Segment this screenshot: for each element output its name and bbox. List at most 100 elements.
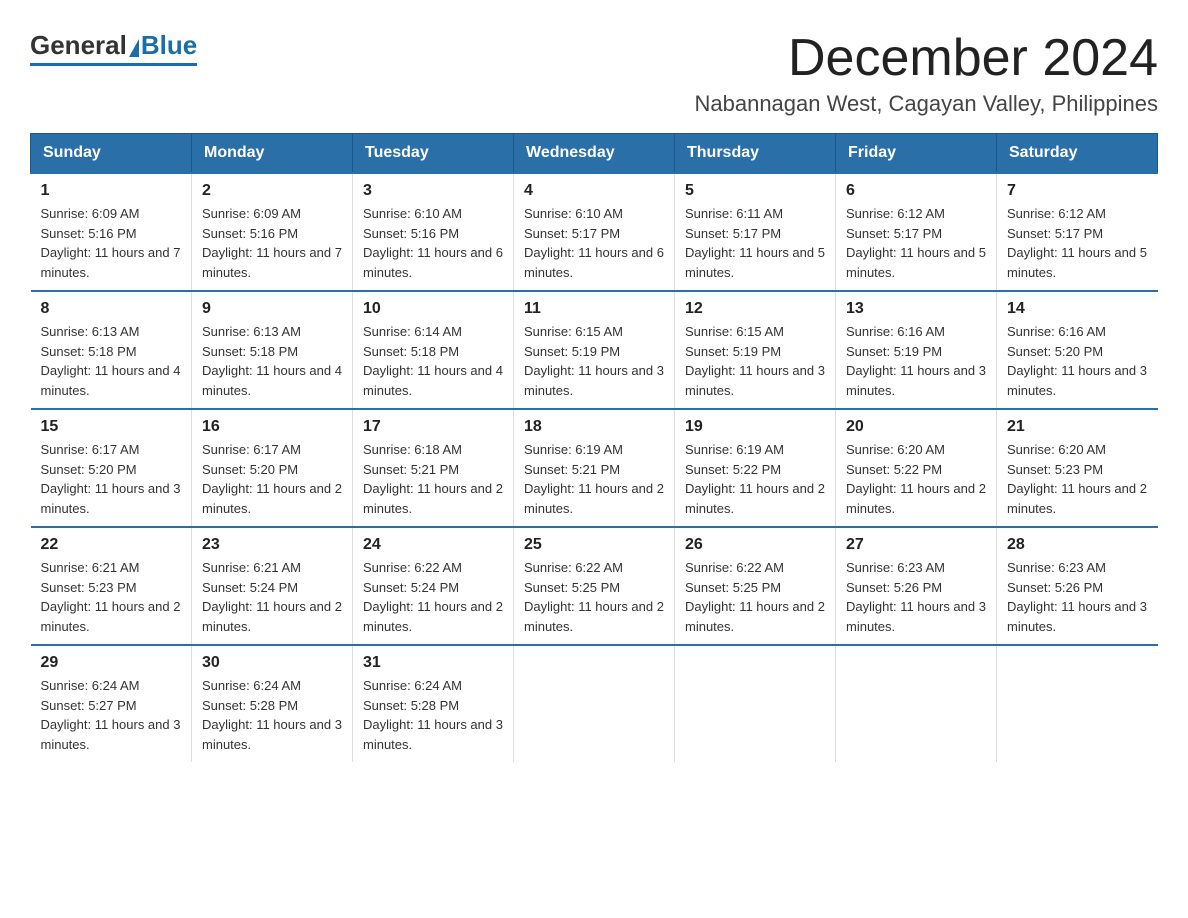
calendar-cell: 6 Sunrise: 6:12 AMSunset: 5:17 PMDayligh…	[836, 173, 997, 291]
day-number: 24	[363, 536, 503, 554]
day-info: Sunrise: 6:13 AMSunset: 5:18 PMDaylight:…	[202, 322, 342, 400]
calendar-cell: 7 Sunrise: 6:12 AMSunset: 5:17 PMDayligh…	[997, 173, 1158, 291]
day-info: Sunrise: 6:14 AMSunset: 5:18 PMDaylight:…	[363, 322, 503, 400]
calendar-header-saturday: Saturday	[997, 134, 1158, 174]
calendar-cell	[514, 645, 675, 762]
calendar-cell: 20 Sunrise: 6:20 AMSunset: 5:22 PMDaylig…	[836, 409, 997, 527]
calendar-cell	[675, 645, 836, 762]
day-number: 16	[202, 418, 342, 436]
day-number: 5	[685, 182, 825, 200]
day-number: 20	[846, 418, 986, 436]
day-number: 19	[685, 418, 825, 436]
day-info: Sunrise: 6:23 AMSunset: 5:26 PMDaylight:…	[846, 558, 986, 636]
calendar-cell: 30 Sunrise: 6:24 AMSunset: 5:28 PMDaylig…	[192, 645, 353, 762]
calendar-cell: 23 Sunrise: 6:21 AMSunset: 5:24 PMDaylig…	[192, 527, 353, 645]
calendar-cell: 15 Sunrise: 6:17 AMSunset: 5:20 PMDaylig…	[31, 409, 192, 527]
day-info: Sunrise: 6:12 AMSunset: 5:17 PMDaylight:…	[846, 204, 986, 282]
day-number: 27	[846, 536, 986, 554]
day-info: Sunrise: 6:24 AMSunset: 5:27 PMDaylight:…	[41, 676, 182, 754]
day-info: Sunrise: 6:10 AMSunset: 5:16 PMDaylight:…	[363, 204, 503, 282]
calendar-cell: 8 Sunrise: 6:13 AMSunset: 5:18 PMDayligh…	[31, 291, 192, 409]
calendar-week-row: 8 Sunrise: 6:13 AMSunset: 5:18 PMDayligh…	[31, 291, 1158, 409]
day-info: Sunrise: 6:09 AMSunset: 5:16 PMDaylight:…	[41, 204, 182, 282]
calendar-cell: 31 Sunrise: 6:24 AMSunset: 5:28 PMDaylig…	[353, 645, 514, 762]
page-header: General Blue December 2024 Nabannagan We…	[30, 30, 1158, 117]
day-number: 29	[41, 654, 182, 672]
day-number: 6	[846, 182, 986, 200]
day-info: Sunrise: 6:15 AMSunset: 5:19 PMDaylight:…	[685, 322, 825, 400]
day-number: 21	[1007, 418, 1148, 436]
day-info: Sunrise: 6:19 AMSunset: 5:21 PMDaylight:…	[524, 440, 664, 518]
day-number: 3	[363, 182, 503, 200]
day-number: 2	[202, 182, 342, 200]
day-info: Sunrise: 6:24 AMSunset: 5:28 PMDaylight:…	[202, 676, 342, 754]
day-number: 17	[363, 418, 503, 436]
day-info: Sunrise: 6:24 AMSunset: 5:28 PMDaylight:…	[363, 676, 503, 754]
day-info: Sunrise: 6:19 AMSunset: 5:22 PMDaylight:…	[685, 440, 825, 518]
calendar-cell: 28 Sunrise: 6:23 AMSunset: 5:26 PMDaylig…	[997, 527, 1158, 645]
day-number: 30	[202, 654, 342, 672]
day-info: Sunrise: 6:09 AMSunset: 5:16 PMDaylight:…	[202, 204, 342, 282]
day-info: Sunrise: 6:16 AMSunset: 5:19 PMDaylight:…	[846, 322, 986, 400]
day-info: Sunrise: 6:13 AMSunset: 5:18 PMDaylight:…	[41, 322, 182, 400]
calendar-cell: 10 Sunrise: 6:14 AMSunset: 5:18 PMDaylig…	[353, 291, 514, 409]
day-number: 4	[524, 182, 664, 200]
logo-blue-text: Blue	[141, 30, 197, 61]
calendar-cell	[997, 645, 1158, 762]
title-block: December 2024 Nabannagan West, Cagayan V…	[694, 30, 1158, 117]
day-number: 23	[202, 536, 342, 554]
day-number: 12	[685, 300, 825, 318]
day-info: Sunrise: 6:17 AMSunset: 5:20 PMDaylight:…	[202, 440, 342, 518]
calendar-header-friday: Friday	[836, 134, 997, 174]
calendar-cell: 27 Sunrise: 6:23 AMSunset: 5:26 PMDaylig…	[836, 527, 997, 645]
day-number: 22	[41, 536, 182, 554]
day-info: Sunrise: 6:21 AMSunset: 5:24 PMDaylight:…	[202, 558, 342, 636]
day-number: 9	[202, 300, 342, 318]
day-info: Sunrise: 6:15 AMSunset: 5:19 PMDaylight:…	[524, 322, 664, 400]
day-info: Sunrise: 6:17 AMSunset: 5:20 PMDaylight:…	[41, 440, 182, 518]
day-number: 8	[41, 300, 182, 318]
day-number: 10	[363, 300, 503, 318]
calendar-cell: 12 Sunrise: 6:15 AMSunset: 5:19 PMDaylig…	[675, 291, 836, 409]
day-info: Sunrise: 6:20 AMSunset: 5:22 PMDaylight:…	[846, 440, 986, 518]
calendar-week-row: 29 Sunrise: 6:24 AMSunset: 5:27 PMDaylig…	[31, 645, 1158, 762]
calendar-cell: 16 Sunrise: 6:17 AMSunset: 5:20 PMDaylig…	[192, 409, 353, 527]
calendar-cell: 18 Sunrise: 6:19 AMSunset: 5:21 PMDaylig…	[514, 409, 675, 527]
day-number: 31	[363, 654, 503, 672]
day-number: 14	[1007, 300, 1148, 318]
calendar-header-sunday: Sunday	[31, 134, 192, 174]
logo-underline	[30, 63, 197, 66]
day-info: Sunrise: 6:10 AMSunset: 5:17 PMDaylight:…	[524, 204, 664, 282]
day-info: Sunrise: 6:22 AMSunset: 5:24 PMDaylight:…	[363, 558, 503, 636]
calendar-cell: 26 Sunrise: 6:22 AMSunset: 5:25 PMDaylig…	[675, 527, 836, 645]
calendar-cell: 22 Sunrise: 6:21 AMSunset: 5:23 PMDaylig…	[31, 527, 192, 645]
calendar-header-row: SundayMondayTuesdayWednesdayThursdayFrid…	[31, 134, 1158, 174]
day-number: 15	[41, 418, 182, 436]
calendar-cell: 19 Sunrise: 6:19 AMSunset: 5:22 PMDaylig…	[675, 409, 836, 527]
day-info: Sunrise: 6:20 AMSunset: 5:23 PMDaylight:…	[1007, 440, 1148, 518]
day-number: 18	[524, 418, 664, 436]
calendar-cell: 24 Sunrise: 6:22 AMSunset: 5:24 PMDaylig…	[353, 527, 514, 645]
calendar-cell: 21 Sunrise: 6:20 AMSunset: 5:23 PMDaylig…	[997, 409, 1158, 527]
day-number: 7	[1007, 182, 1148, 200]
calendar-cell: 29 Sunrise: 6:24 AMSunset: 5:27 PMDaylig…	[31, 645, 192, 762]
logo-general-text: General	[30, 30, 127, 61]
calendar-header-wednesday: Wednesday	[514, 134, 675, 174]
calendar-cell: 11 Sunrise: 6:15 AMSunset: 5:19 PMDaylig…	[514, 291, 675, 409]
day-number: 25	[524, 536, 664, 554]
calendar-cell: 4 Sunrise: 6:10 AMSunset: 5:17 PMDayligh…	[514, 173, 675, 291]
calendar-cell: 5 Sunrise: 6:11 AMSunset: 5:17 PMDayligh…	[675, 173, 836, 291]
calendar-week-row: 22 Sunrise: 6:21 AMSunset: 5:23 PMDaylig…	[31, 527, 1158, 645]
calendar-cell: 1 Sunrise: 6:09 AMSunset: 5:16 PMDayligh…	[31, 173, 192, 291]
day-info: Sunrise: 6:18 AMSunset: 5:21 PMDaylight:…	[363, 440, 503, 518]
calendar-cell: 9 Sunrise: 6:13 AMSunset: 5:18 PMDayligh…	[192, 291, 353, 409]
calendar-table: SundayMondayTuesdayWednesdayThursdayFrid…	[30, 133, 1158, 762]
logo: General Blue	[30, 30, 197, 66]
day-info: Sunrise: 6:22 AMSunset: 5:25 PMDaylight:…	[524, 558, 664, 636]
calendar-header-monday: Monday	[192, 134, 353, 174]
calendar-cell: 17 Sunrise: 6:18 AMSunset: 5:21 PMDaylig…	[353, 409, 514, 527]
day-number: 13	[846, 300, 986, 318]
day-info: Sunrise: 6:16 AMSunset: 5:20 PMDaylight:…	[1007, 322, 1148, 400]
day-info: Sunrise: 6:23 AMSunset: 5:26 PMDaylight:…	[1007, 558, 1148, 636]
day-info: Sunrise: 6:21 AMSunset: 5:23 PMDaylight:…	[41, 558, 182, 636]
